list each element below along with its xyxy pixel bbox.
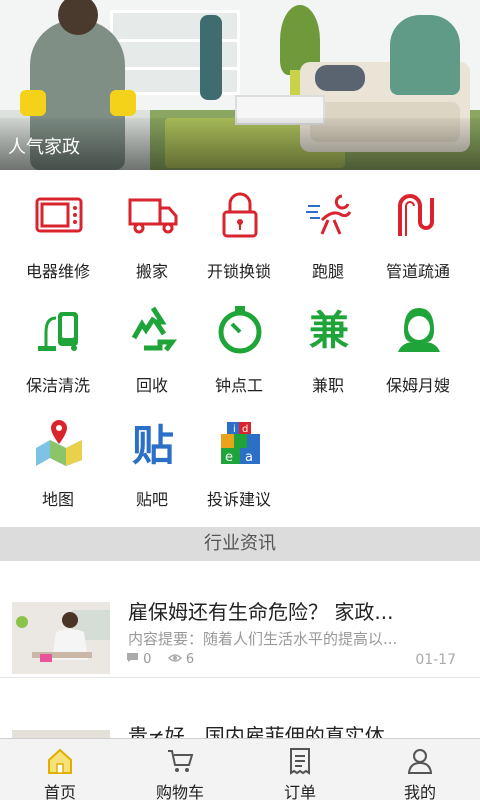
svg-text:i: i [233, 424, 236, 435]
comment-icon [126, 652, 139, 667]
news-title: 雇保姆还有生命危险？ 家政... [128, 600, 394, 624]
service-part-time[interactable]: 兼 兼职 [280, 300, 376, 410]
stopwatch-icon [218, 306, 262, 354]
tieba-icon: 贴 [132, 421, 174, 468]
banner-person-cleaning-sofa [390, 15, 460, 95]
truck-icon [128, 198, 178, 234]
service-label: 跑腿 [311, 262, 344, 281]
service-tieba[interactable]: 贴 贴吧 [104, 414, 200, 524]
recycle-icon [131, 306, 177, 352]
news-summary: 内容提要：随着人们生活水平的提高以... [128, 630, 398, 648]
service-map[interactable]: 地图 [10, 414, 106, 524]
receipt-icon [290, 748, 310, 775]
vacuum-cleaner-icon [38, 312, 78, 351]
service-label: 开锁换锁 [206, 262, 271, 281]
service-locksmith[interactable]: 开锁换锁 [191, 186, 287, 296]
service-label: 兼职 [311, 376, 344, 395]
service-cleaning[interactable]: 保洁清洗 [10, 300, 106, 410]
banner-title: 人气家政 [8, 137, 80, 158]
idea-blocks-icon: i d e a [221, 422, 260, 465]
service-hourly-worker[interactable]: 钟点工 [191, 300, 287, 410]
banner-carousel[interactable]: 人气家政 [0, 0, 480, 170]
service-label: 投诉建议 [206, 490, 271, 509]
svg-text:兼: 兼 [309, 308, 349, 354]
service-label: 地图 [41, 490, 74, 509]
part-time-jian-icon: 兼 [309, 308, 349, 354]
svg-text:a: a [245, 450, 253, 465]
service-label: 回收 [135, 376, 168, 395]
running-errand-icon [306, 194, 352, 235]
news-date: 01-17 [415, 652, 456, 668]
banner-person-relaxing [315, 65, 365, 91]
banner-person-dusting [200, 15, 222, 100]
service-pipe-unclog[interactable]: 管道疏通 [370, 186, 466, 296]
service-label: 管道疏通 [385, 262, 450, 281]
service-label: 搬家 [135, 262, 168, 281]
service-errand[interactable]: 跑腿 [280, 186, 376, 296]
tab-label: 我的 [403, 783, 436, 800]
svg-text:d: d [242, 424, 248, 435]
service-appliance-repair[interactable]: 电器维修 [10, 186, 106, 296]
user-icon [407, 749, 433, 774]
tab-cart[interactable]: 购物车 [120, 739, 240, 800]
comment-count: 0 [143, 652, 152, 667]
tab-label: 首页 [43, 783, 76, 800]
news-meta: 0 6 [126, 652, 194, 667]
tab-label: 购物车 [155, 783, 204, 800]
cart-icon [168, 750, 194, 772]
tab-label: 订单 [283, 783, 316, 800]
news-list-item[interactable]: 雇保姆还有生命危险？ 家政... 内容提要：随着人们生活水平的提高以... 0 … [0, 568, 480, 678]
tab-home[interactable]: 首页 [0, 739, 120, 800]
service-nanny[interactable]: 保姆月嫂 [370, 300, 466, 410]
service-label: 电器维修 [25, 262, 90, 281]
bottom-tab-bar: 首页 购物车 订单 我的 [0, 738, 480, 800]
service-label: 钟点工 [214, 376, 263, 395]
tab-profile[interactable]: 我的 [360, 739, 480, 800]
service-label: 保姆月嫂 [385, 376, 450, 395]
home-icon [48, 748, 72, 774]
svg-text:e: e [225, 450, 233, 465]
service-moving[interactable]: 搬家 [104, 186, 200, 296]
microwave-icon [35, 197, 83, 233]
nanny-icon [398, 308, 440, 352]
service-recycle[interactable]: 回收 [104, 300, 200, 410]
pipe-icon [398, 194, 434, 236]
padlock-icon [222, 192, 258, 238]
svg-text:贴: 贴 [132, 421, 174, 468]
map-pin-icon [36, 420, 82, 466]
eye-icon [167, 652, 182, 667]
view-count: 6 [185, 652, 195, 667]
tab-orders[interactable]: 订单 [240, 739, 360, 800]
news-thumbnail [12, 602, 110, 674]
section-header-industry-news: 行业资讯 [0, 527, 480, 561]
service-label: 保洁清洗 [25, 376, 90, 395]
service-label: 贴吧 [135, 490, 168, 509]
service-complaint[interactable]: i d e a 投诉建议 [191, 414, 287, 524]
